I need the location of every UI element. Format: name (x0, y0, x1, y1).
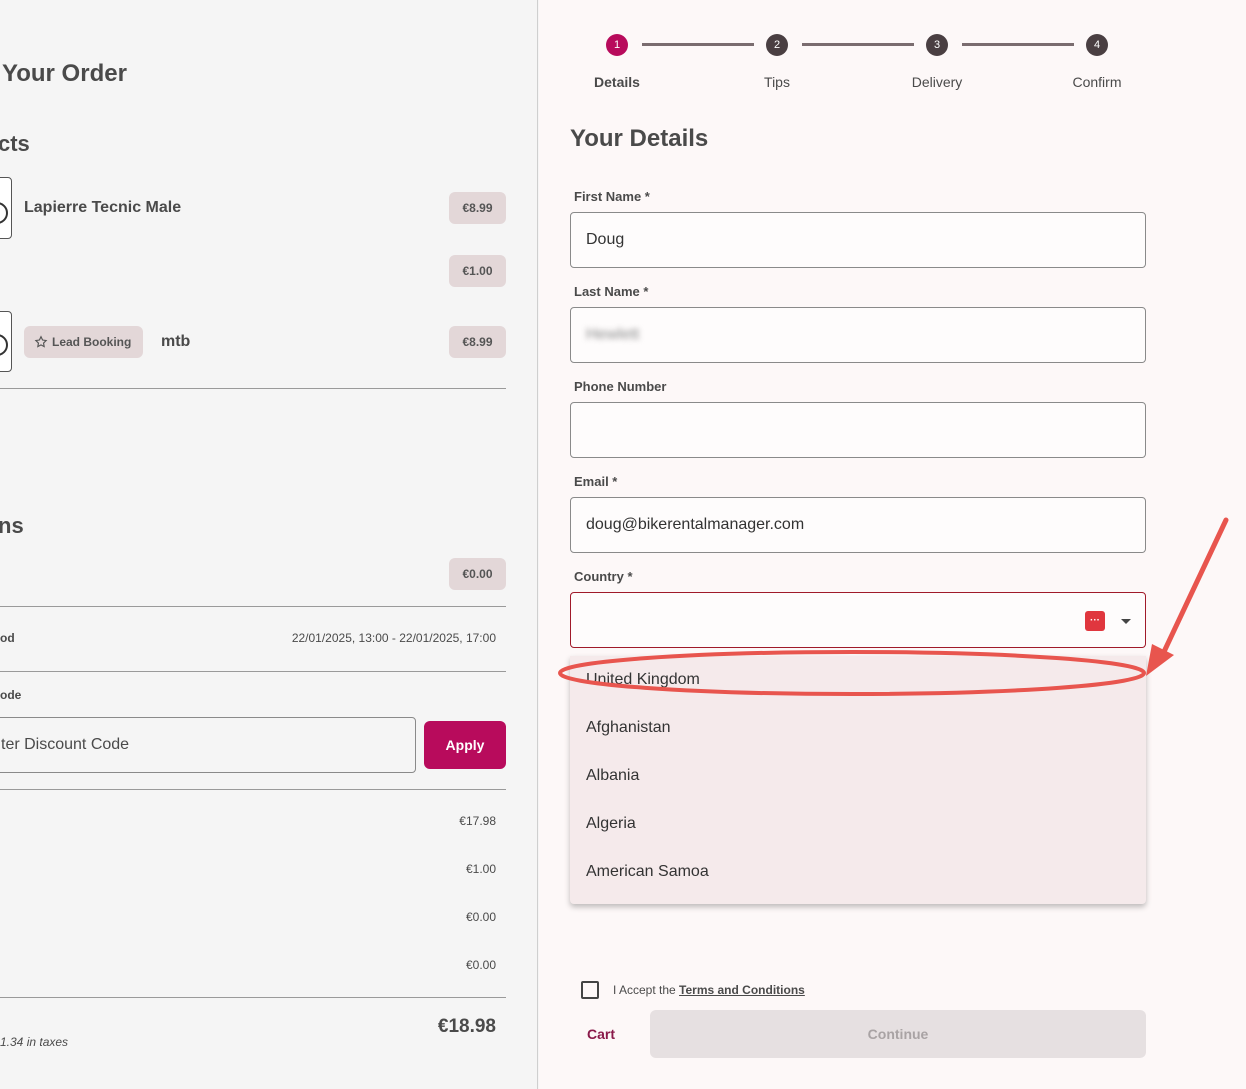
addons-price: €0.00 (449, 558, 506, 590)
subtotal-value: €17.98 (459, 814, 496, 828)
step-2-label[interactable]: Tips (737, 74, 817, 90)
rental-period-value: 22/01/2025, 13:00 - 22/01/2025, 17:00 (291, 631, 496, 645)
step-1-label[interactable]: Details (577, 74, 657, 90)
country-select[interactable]: ··· (570, 592, 1146, 648)
last-name-value: Hewlett (586, 326, 640, 343)
lead-booking-badge: Lead Booking (24, 326, 144, 358)
step-1-indicator[interactable]: 1 (606, 34, 628, 56)
first-name-value: Doug (586, 231, 625, 248)
divider (0, 789, 506, 790)
first-name-label: First Name * (574, 189, 650, 204)
country-option[interactable]: Albania (570, 752, 1146, 800)
country-option[interactable]: United Kingdom (570, 656, 1146, 704)
order-summary-panel: Your Order cts Lapierre Tecnic Male €8.9… (0, 0, 538, 1089)
discount-code-input[interactable]: ter Discount Code (0, 717, 416, 773)
email-value: doug@bikerentalmanager.com (586, 516, 805, 533)
step-connector (802, 43, 914, 46)
summary-value: €0.00 (465, 958, 496, 972)
phone-label: Phone Number (574, 379, 667, 394)
continue-button[interactable]: Continue (650, 1010, 1146, 1058)
last-name-label: Last Name * (574, 284, 649, 299)
last-name-field[interactable]: Hewlett (570, 307, 1146, 363)
step-4-label[interactable]: Confirm (1057, 74, 1137, 90)
star-icon (34, 335, 48, 348)
details-title: Your Details (570, 125, 709, 152)
product-price: €1.00 (449, 255, 506, 287)
step-4-indicator[interactable]: 4 (1086, 34, 1108, 56)
products-heading: cts (0, 131, 30, 156)
apply-discount-button[interactable]: Apply (424, 721, 506, 769)
terms-row: I Accept the Terms and Conditions (581, 981, 805, 999)
discount-code-placeholder: ter Discount Code (1, 736, 130, 753)
phone-field[interactable] (570, 402, 1146, 458)
step-2-indicator[interactable]: 2 (766, 34, 788, 56)
country-dropdown: United Kingdom Afghanistan Albania Alger… (570, 656, 1146, 904)
order-title: Your Order (2, 60, 127, 87)
lead-booking-label: Lead Booking (52, 335, 132, 349)
step-connector (642, 43, 754, 46)
details-panel: 1 2 3 4 Details Tips Delivery Confirm Yo… (539, 0, 1246, 1089)
terms-link[interactable]: Terms and Conditions (679, 983, 805, 997)
country-option[interactable]: American Samoa (570, 848, 1146, 896)
step-3-label[interactable]: Delivery (897, 74, 977, 90)
country-option[interactable]: Afghanistan (570, 704, 1146, 752)
divider (0, 997, 506, 998)
chevron-down-icon[interactable] (1121, 618, 1131, 624)
product-name: mtb (161, 333, 191, 350)
product-price: €8.99 (449, 326, 506, 358)
order-total: €18.98 (437, 1016, 496, 1037)
terms-prefix: I Accept the (613, 983, 680, 997)
rental-period-label: od (0, 631, 15, 645)
step-connector (962, 43, 1074, 46)
discount-code-label: ode (0, 688, 22, 702)
email-field[interactable]: doug@bikerentalmanager.com (570, 497, 1146, 553)
cart-button[interactable]: Cart (587, 1026, 615, 1042)
password-manager-icon[interactable]: ··· (1085, 611, 1105, 631)
product-name: Lapierre Tecnic Male (24, 199, 182, 216)
terms-text: I Accept the Terms and Conditions (613, 983, 805, 997)
country-label: Country * (574, 569, 633, 584)
product-price: €8.99 (449, 192, 506, 224)
divider (0, 388, 506, 389)
tax-note: 1.34 in taxes (0, 1035, 69, 1049)
summary-value: €0.00 (465, 910, 496, 924)
country-option[interactable]: Algeria (570, 800, 1146, 848)
addons-heading: ns (0, 513, 24, 538)
divider (0, 671, 506, 672)
first-name-field[interactable]: Doug (570, 212, 1146, 268)
terms-checkbox[interactable] (581, 981, 599, 999)
step-3-indicator[interactable]: 3 (926, 34, 948, 56)
email-label: Email * (574, 474, 618, 489)
divider (0, 606, 506, 607)
summary-value: €1.00 (465, 862, 496, 876)
checkout-stepper: 1 2 3 4 Details Tips Delivery Confirm (539, 0, 1246, 100)
